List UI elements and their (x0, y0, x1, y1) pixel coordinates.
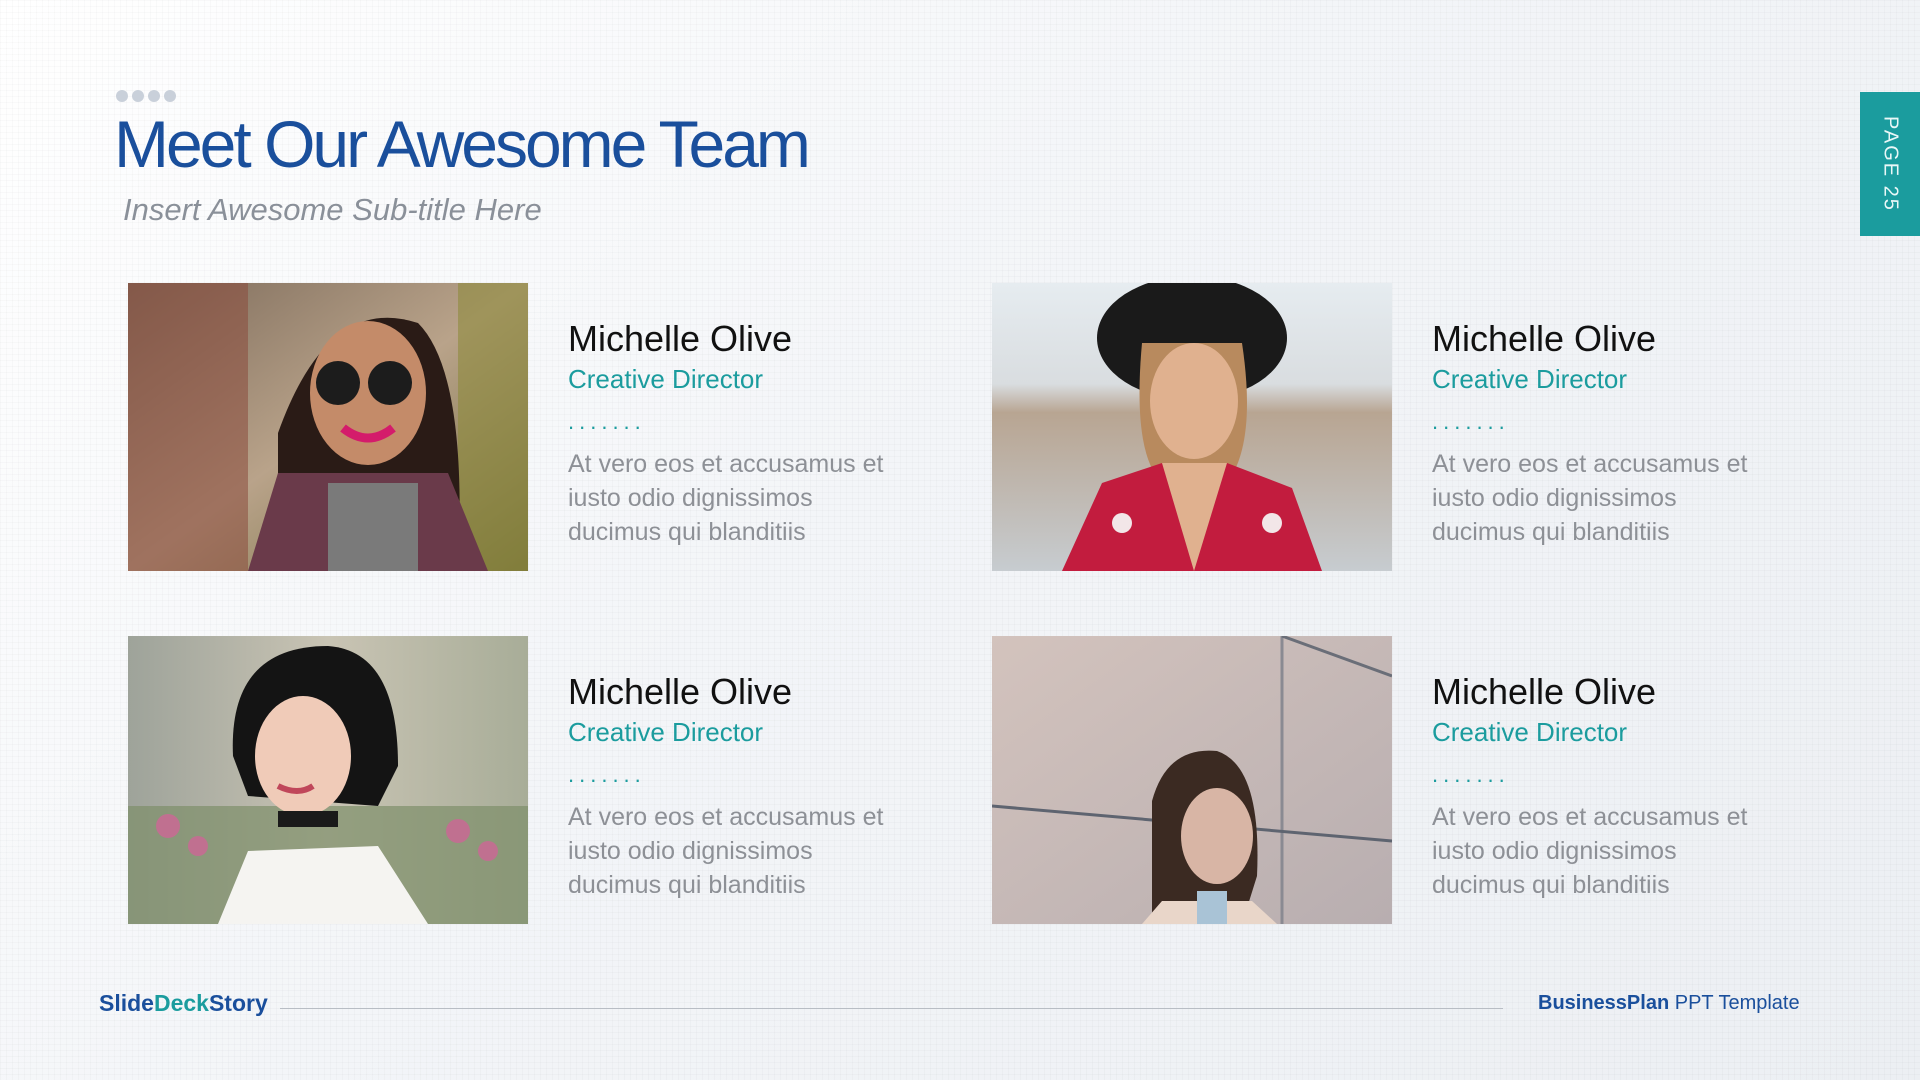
member-description: At vero eos et accusamus et iusto odio d… (568, 803, 884, 900)
dot (132, 90, 144, 102)
member-role: Creative Director (568, 364, 764, 395)
dot (116, 90, 128, 102)
member-role: Creative Director (1432, 717, 1628, 748)
member-photo (128, 636, 528, 924)
member-info: Michelle Olive Creative Director .......… (568, 317, 928, 549)
member-name: Michelle Olive (568, 671, 793, 712)
dotted-separator: ....... (1432, 409, 1510, 435)
member-info: Michelle Olive Creative Director .......… (568, 670, 928, 902)
brand-word-slide: Slide (99, 990, 154, 1016)
footer-divider (280, 1008, 1503, 1009)
member-description: At vero eos et accusamus et iusto odio d… (568, 450, 884, 547)
member-photo (992, 636, 1392, 924)
dot (148, 90, 160, 102)
team-member-card: Michelle Olive Creative Director .......… (128, 283, 928, 571)
page-subtitle: Insert Awesome Sub-title Here (123, 192, 542, 227)
dotted-separator: ....... (568, 762, 646, 788)
member-name: Michelle Olive (1432, 671, 1657, 712)
member-role: Creative Director (568, 717, 764, 748)
template-name-rest: PPT Template (1669, 992, 1800, 1014)
template-name-bold: BusinessPlan (1538, 992, 1670, 1014)
dotted-separator: ....... (1432, 762, 1510, 788)
page-number-label: PAGE 25 (1879, 116, 1902, 212)
brand-word-story: Story (208, 990, 268, 1016)
team-member-card: Michelle Olive Creative Director .......… (128, 636, 928, 924)
member-name: Michelle Olive (1432, 318, 1657, 359)
footer-template-label: BusinessPlan PPT Template (1538, 992, 1800, 1015)
footer-brand-logo: SlideDeckStory (99, 990, 268, 1017)
member-name: Michelle Olive (568, 318, 793, 359)
brand-word-deck: Deck (153, 990, 209, 1016)
member-info: Michelle Olive Creative Director .......… (1432, 317, 1792, 549)
member-photo (128, 283, 528, 571)
member-description: At vero eos et accusamus et iusto odio d… (1432, 450, 1748, 547)
member-info: Michelle Olive Creative Director .......… (1432, 670, 1792, 902)
team-member-card: Michelle Olive Creative Director .......… (992, 636, 1792, 924)
page-title: Meet Our Awesome Team (114, 107, 811, 181)
member-photo (992, 283, 1392, 571)
member-role: Creative Director (1432, 364, 1628, 395)
team-member-card: Michelle Olive Creative Director .......… (992, 283, 1792, 571)
dotted-separator: ....... (568, 409, 646, 435)
decorative-dots (116, 90, 176, 102)
page-number-tab: PAGE 25 (1860, 92, 1920, 236)
dot (164, 90, 176, 102)
member-description: At vero eos et accusamus et iusto odio d… (1432, 803, 1748, 900)
